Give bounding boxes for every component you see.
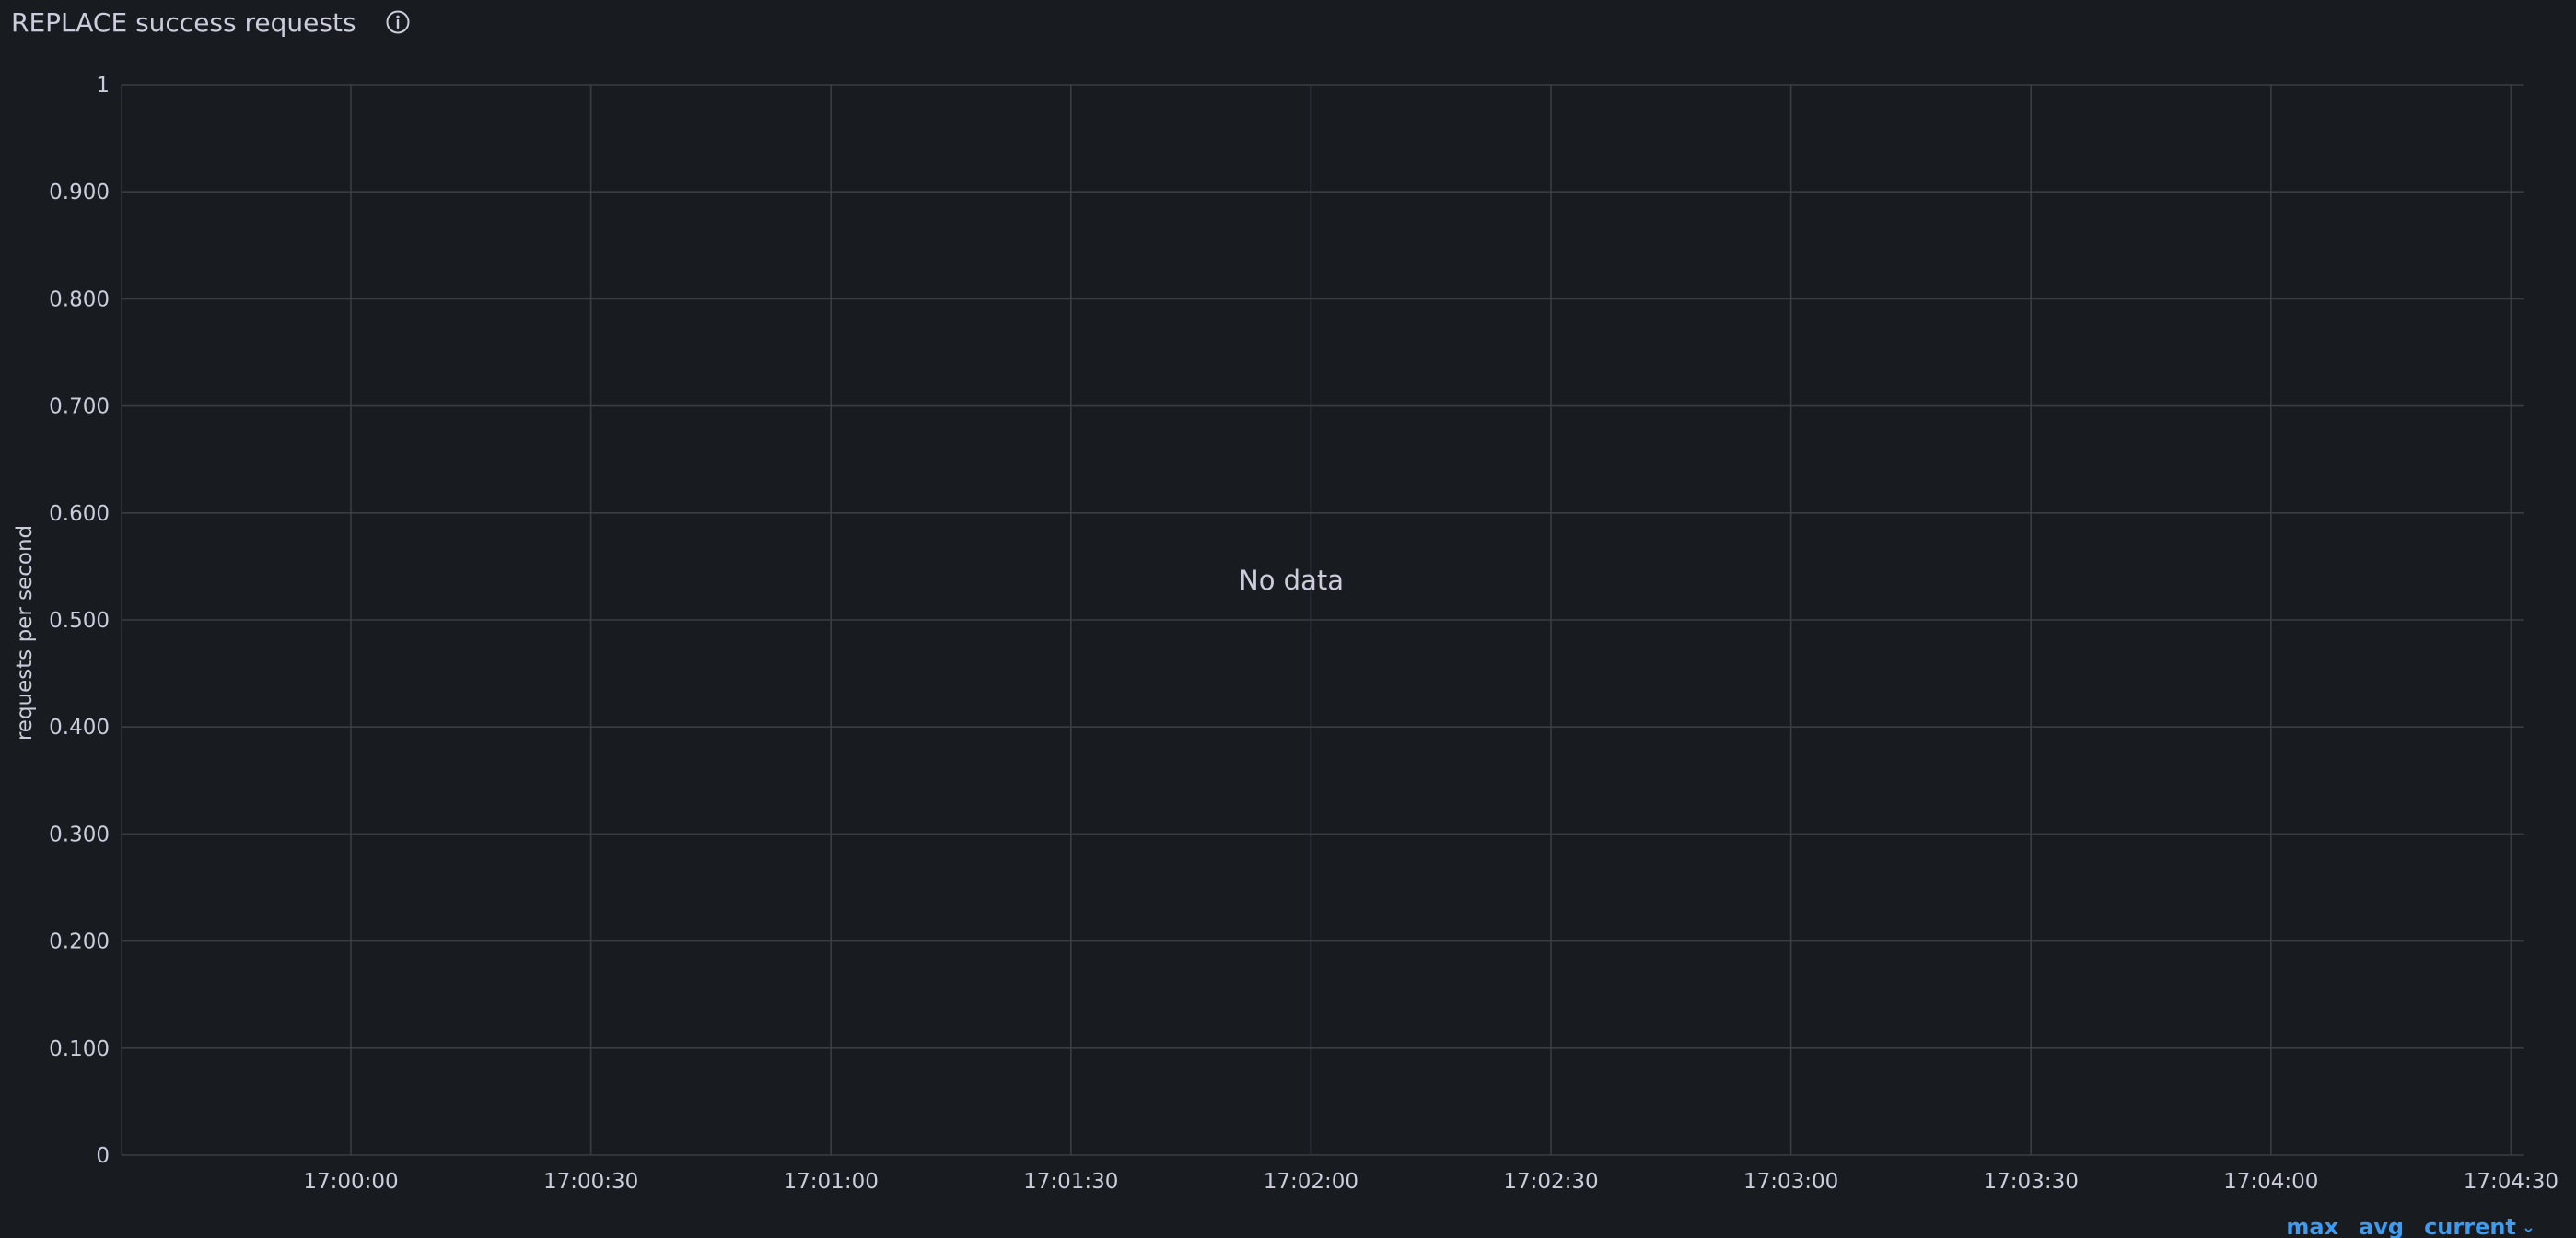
- no-data-message: No data: [1239, 565, 1344, 596]
- grid-layer: [121, 84, 2524, 1156]
- x-tick-label: 17:01:30: [1023, 1170, 1118, 1194]
- chevron-down-icon: ⌄: [2521, 1218, 2535, 1237]
- legend-max-button[interactable]: max: [2286, 1214, 2338, 1238]
- x-axis-ticks: 17:00:00 17:00:30 17:01:00 17:01:30 17:02:00…: [303, 1170, 2559, 1194]
- x-tick-label: 17:01:00: [784, 1170, 879, 1194]
- legend-current-button[interactable]: current ⌄: [2424, 1214, 2535, 1238]
- x-tick-label: 17:02:30: [1503, 1170, 1598, 1194]
- y-tick-label: 0.900: [49, 181, 110, 204]
- legend-avg-button[interactable]: avg: [2359, 1214, 2404, 1238]
- y-tick-label: 0.600: [49, 502, 110, 526]
- y-tick-label: 0.500: [49, 609, 110, 633]
- y-tick-label: 0.700: [49, 395, 110, 419]
- chart-panel: REPLACE success requests 0 0.100 0.200 0.30…: [0, 0, 2576, 1238]
- y-axis-ticks: 0 0.100 0.200 0.300 0.400 0.500 0.600 0.700 0.80…: [49, 74, 110, 1168]
- y-axis-label: requests per second: [13, 525, 37, 741]
- y-tick-label: 0.800: [49, 287, 110, 311]
- y-tick-label: 0.100: [49, 1037, 110, 1061]
- x-tick-label: 17:00:00: [303, 1170, 398, 1194]
- y-tick-label: 1: [96, 74, 110, 98]
- y-tick-label: 0: [96, 1144, 110, 1168]
- legend-current-label: current: [2424, 1214, 2516, 1238]
- x-tick-label: 17:03:30: [1984, 1170, 2079, 1194]
- x-tick-label: 17:03:00: [1743, 1170, 1838, 1194]
- x-tick-label: 17:04:30: [2464, 1170, 2559, 1194]
- x-tick-label: 17:02:00: [1264, 1170, 1358, 1194]
- x-tick-label: 17:04:00: [2223, 1170, 2318, 1194]
- chart-plot: 0 0.100 0.200 0.300 0.400 0.500 0.600 0.700 0.80…: [13, 74, 2559, 1194]
- y-tick-label: 0.200: [49, 930, 110, 954]
- x-tick-label: 17:00:30: [543, 1170, 638, 1194]
- y-tick-label: 0.300: [49, 823, 110, 847]
- legend-controls: max avg current ⌄: [2286, 1214, 2535, 1238]
- y-tick-label: 0.400: [49, 716, 110, 740]
